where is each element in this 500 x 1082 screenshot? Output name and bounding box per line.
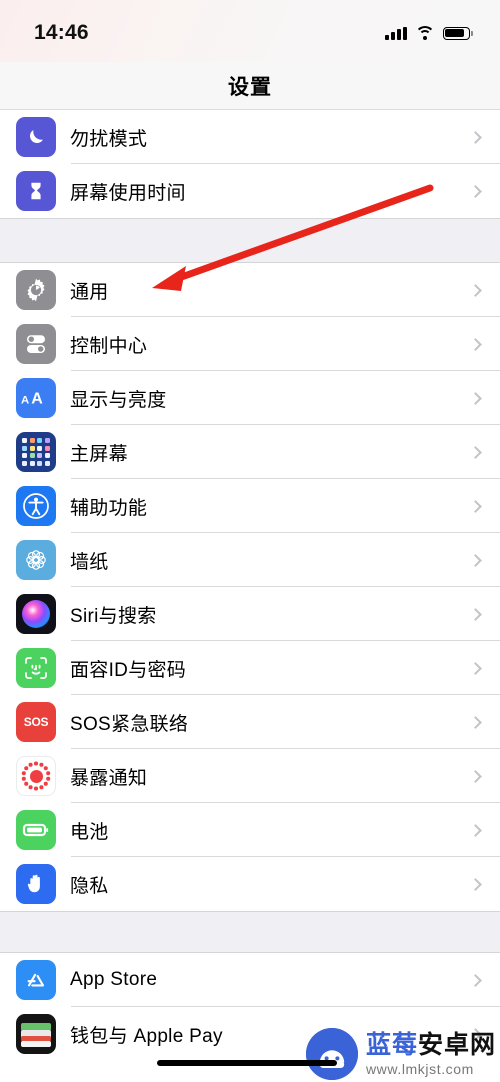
watermark-name-blue: 蓝莓: [365, 1030, 418, 1059]
moon-icon: [16, 117, 56, 157]
accessibility-icon: [16, 486, 56, 526]
svg-text:A: A: [21, 395, 29, 407]
settings-row-label: SOS紧急联络: [70, 713, 189, 735]
settings-row-control-center[interactable]: 控制中心: [0, 317, 500, 371]
chevron-right-icon: [464, 391, 486, 405]
settings-row-label: 暴露通知: [70, 767, 148, 789]
settings-row-label: 显示与亮度: [70, 389, 167, 411]
chevron-right-icon: [464, 877, 486, 891]
chevron-right-icon: [464, 184, 486, 198]
settings-row-label: 面容ID与密码: [70, 659, 187, 681]
iphone-settings-screen: 14:46 设置 勿扰模式 屏幕使用时间 通用 控制中心 A A 显示与亮度 主…: [0, 0, 500, 1082]
chevron-right-icon: [464, 337, 486, 351]
hand-icon: [16, 864, 56, 904]
chevron-right-icon: [464, 661, 486, 675]
settings-row-siri-search[interactable]: Siri与搜索: [0, 587, 500, 641]
chevron-right-icon: [464, 445, 486, 459]
settings-row-wallpaper[interactable]: 墙纸: [0, 533, 500, 587]
chevron-right-icon: [464, 769, 486, 783]
app-grid-icon: [16, 432, 56, 472]
settings-row-privacy[interactable]: 隐私: [0, 857, 500, 911]
page-title: 设置: [228, 75, 272, 99]
section-separator: [0, 911, 500, 953]
wallet-icon: [16, 1014, 56, 1054]
settings-row-label: 墙纸: [70, 551, 109, 573]
home-indicator[interactable]: [157, 1060, 337, 1066]
exposure-notification-icon: [16, 756, 56, 796]
settings-row-label: 通用: [70, 281, 109, 303]
settings-row-label: 电池: [70, 821, 109, 843]
chevron-right-icon: [464, 553, 486, 567]
settings-row-app-store[interactable]: App Store: [0, 953, 500, 1007]
settings-row-home-screen[interactable]: 主屏幕: [0, 425, 500, 479]
settings-row-label: 主屏幕: [70, 443, 128, 465]
settings-row-screen-time[interactable]: 屏幕使用时间: [0, 164, 500, 218]
chevron-right-icon: [464, 973, 486, 987]
flower-icon: [16, 540, 56, 580]
chevron-right-icon: [464, 130, 486, 144]
hourglass-icon: [16, 171, 56, 211]
battery-icon: [16, 810, 56, 850]
settings-row-battery[interactable]: 电池: [0, 803, 500, 857]
settings-row-label: 隐私: [70, 875, 109, 897]
settings-row-label: 辅助功能: [70, 497, 148, 519]
settings-group-system: 通用 控制中心 A A 显示与亮度 主屏幕 辅助功能 墙纸 Siri与搜索 面容…: [0, 263, 500, 911]
siri-orb-icon: [16, 594, 56, 634]
wifi-icon: [415, 26, 435, 40]
section-separator: [0, 218, 500, 263]
settings-row-face-id-passcode[interactable]: 面容ID与密码: [0, 641, 500, 695]
settings-row-label: 控制中心: [70, 335, 148, 357]
settings-group-focus: 勿扰模式 屏幕使用时间: [0, 110, 500, 218]
settings-row-label: App Store: [70, 969, 158, 990]
chevron-right-icon: [464, 499, 486, 513]
watermark-name-dark: 安卓网: [417, 1030, 496, 1059]
chevron-right-icon: [464, 823, 486, 837]
status-bar-clock: 14:46: [34, 21, 89, 44]
settings-row-label: 屏幕使用时间: [70, 182, 186, 204]
settings-row-emergency-sos[interactable]: SOS SOS紧急联络: [0, 695, 500, 749]
watermark-text: 蓝莓安卓网 www.lmkjst.com: [365, 1030, 496, 1077]
settings-row-do-not-disturb[interactable]: 勿扰模式: [0, 110, 500, 164]
settings-row-accessibility[interactable]: 辅助功能: [0, 479, 500, 533]
gear-icon: [16, 270, 56, 310]
settings-row-general[interactable]: 通用: [0, 263, 500, 317]
svg-text:A: A: [31, 391, 43, 408]
navigation-bar: 设置: [0, 62, 500, 110]
chevron-right-icon: [464, 607, 486, 621]
sos-icon: SOS: [16, 702, 56, 742]
battery-icon: [443, 26, 473, 40]
chevron-right-icon: [464, 715, 486, 729]
android-head-logo: [305, 1028, 358, 1080]
face-id-icon: [16, 648, 56, 688]
settings-row-exposure-notifications[interactable]: 暴露通知: [0, 749, 500, 803]
cellular-signal-icon: [385, 26, 407, 40]
settings-row-label: Siri与搜索: [70, 605, 157, 627]
settings-row-label: 勿扰模式: [70, 128, 148, 150]
settings-row-display-brightness[interactable]: A A 显示与亮度: [0, 371, 500, 425]
watermark-url: www.lmkjst.com: [365, 1060, 474, 1077]
app-store-icon: [16, 960, 56, 1000]
chevron-right-icon: [464, 283, 486, 297]
status-bar: 14:46: [0, 0, 500, 62]
toggles-icon: [16, 324, 56, 364]
site-watermark: 蓝莓安卓网 www.lmkjst.com: [305, 1028, 496, 1080]
aa-text-icon: A A: [16, 378, 56, 418]
status-bar-indicators: [385, 26, 473, 40]
